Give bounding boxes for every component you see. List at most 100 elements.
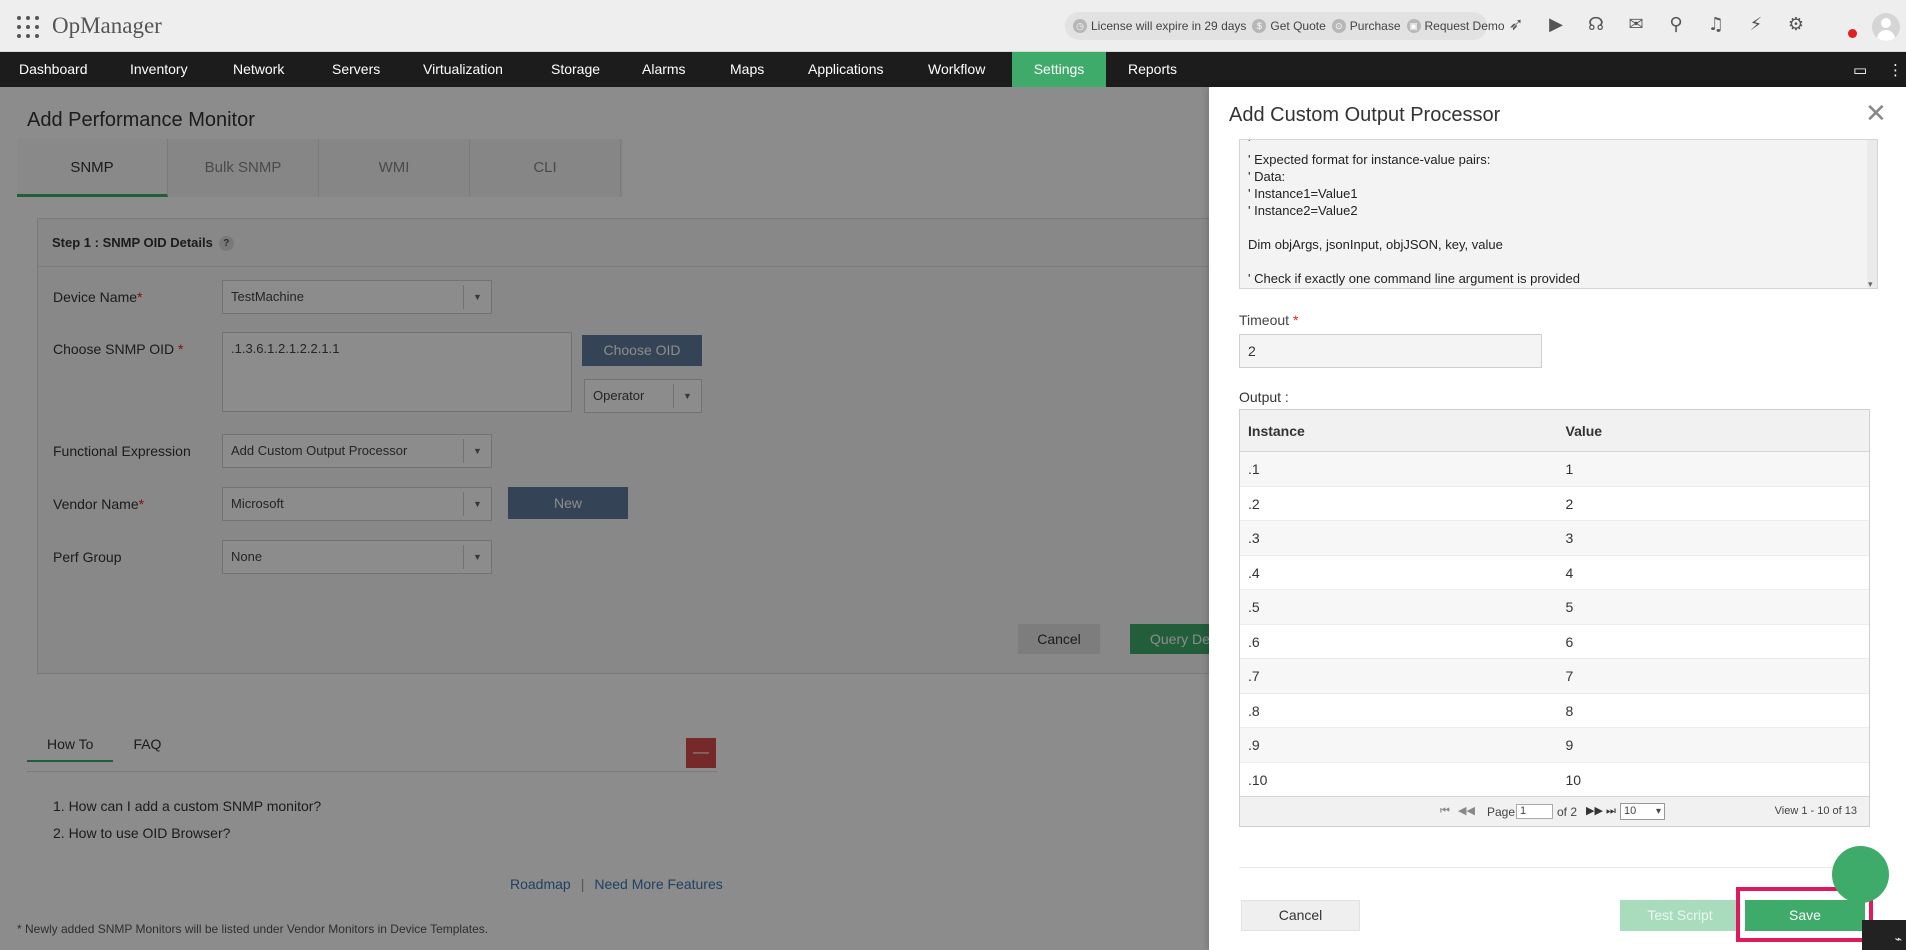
cell-instance: .6 bbox=[1248, 633, 1260, 650]
timeout-label-text: Timeout bbox=[1239, 312, 1290, 328]
nav-network[interactable]: Network bbox=[223, 52, 294, 87]
cell-instance: .7 bbox=[1248, 668, 1260, 684]
get-quote-link[interactable]: $ Get Quote bbox=[1252, 19, 1326, 33]
more-vertical-icon[interactable]: ⋮ bbox=[1888, 61, 1903, 79]
divider bbox=[1239, 867, 1878, 868]
license-text: License will expire in 29 days bbox=[1091, 19, 1247, 33]
first-page-icon[interactable]: ⏮ bbox=[1440, 804, 1450, 818]
app-title: OpManager bbox=[52, 13, 162, 38]
script-line: ' Expected format for instance-value pai… bbox=[1248, 152, 1491, 167]
table-header: Instance Value bbox=[1240, 410, 1869, 452]
script-line: ' Check if exactly one command line argu… bbox=[1248, 271, 1580, 286]
table-row: .6 6 bbox=[1240, 625, 1869, 659]
table-row: .2 2 bbox=[1240, 487, 1869, 521]
table-pager: ⏮ ◀◀ Page 1 of 2 ▶▶ ⏭ 10 View 1 - 10 of … bbox=[1240, 796, 1869, 826]
window-icon[interactable]: ▭ bbox=[1853, 61, 1867, 79]
nav-virtualization[interactable]: Virtualization bbox=[413, 52, 513, 87]
cell-value: 7 bbox=[1565, 668, 1574, 684]
cell-instance: .4 bbox=[1248, 564, 1260, 581]
cell-value: 2 bbox=[1565, 495, 1574, 512]
last-page-icon[interactable]: ⏭ bbox=[1606, 804, 1616, 818]
next-page-icon[interactable]: ▶▶ bbox=[1586, 804, 1603, 817]
script-line: ' Instance2=Value2 bbox=[1248, 203, 1358, 218]
purchase-link[interactable]: ⊙ Purchase bbox=[1331, 19, 1401, 33]
cell-value: 4 bbox=[1565, 564, 1574, 581]
table-row: .8 8 bbox=[1240, 694, 1869, 728]
test-script-button[interactable]: Test Script bbox=[1620, 900, 1740, 931]
headset-icon[interactable]: ☊ bbox=[1585, 14, 1607, 36]
top-header: OpManager ◷ License will expire in 29 day… bbox=[0, 0, 1906, 52]
script-line bbox=[1248, 219, 1877, 236]
chat-fab[interactable] bbox=[1832, 846, 1889, 903]
request-demo-text: Request Demo bbox=[1424, 19, 1505, 33]
column-value[interactable]: Value bbox=[1558, 410, 1870, 451]
avatar[interactable] bbox=[1872, 13, 1900, 41]
required-mark: * bbox=[1292, 312, 1299, 328]
table-body: .1 1 .2 2 .3 3 .4 4 .5 5 .6 6 .7 7 .8 8 .9 9 .10 1… bbox=[1240, 452, 1869, 797]
video-icon[interactable]: ▶ bbox=[1545, 14, 1567, 36]
timeout-input[interactable]: 2 bbox=[1239, 334, 1542, 368]
license-pill-bar: ◷ License will expire in 29 days $ Get Quo… bbox=[1065, 12, 1505, 40]
gift-icon[interactable]: ✉ bbox=[1625, 14, 1647, 36]
nav-applications[interactable]: Applications bbox=[798, 52, 894, 87]
table-row: .9 9 bbox=[1240, 728, 1869, 763]
column-instance[interactable]: Instance bbox=[1240, 410, 1558, 451]
view-range: View 1 - 10 of 13 bbox=[1774, 805, 1857, 817]
cell-instance: .10 bbox=[1248, 771, 1268, 788]
plug-icon[interactable]: ⚡ bbox=[1745, 14, 1767, 36]
output-label: Output : bbox=[1239, 389, 1289, 405]
script-line: ' Instance1=Value1 bbox=[1248, 186, 1358, 201]
script-editor[interactable]: ' ' Expected format for instance-value p… bbox=[1239, 139, 1878, 289]
cell-instance: .1 bbox=[1248, 461, 1260, 477]
corner-toolbar-icon[interactable]: ⌁ bbox=[1862, 920, 1906, 950]
dollar-icon: $ bbox=[1252, 19, 1267, 33]
purchase-text: Purchase bbox=[1349, 19, 1401, 33]
close-icon[interactable]: ✕ bbox=[1865, 99, 1887, 129]
main-nav: Dashboard Inventory Network Servers Virt… bbox=[0, 52, 1906, 87]
script-line bbox=[1248, 253, 1877, 270]
bell-icon[interactable]: ♫ bbox=[1705, 14, 1727, 36]
page-count: of 2 bbox=[1557, 805, 1578, 819]
nav-workflow[interactable]: Workflow bbox=[918, 52, 995, 87]
nav-alarms[interactable]: Alarms bbox=[632, 52, 696, 87]
script-line: ' bbox=[1248, 139, 1251, 150]
cell-instance: .2 bbox=[1248, 495, 1260, 512]
nav-reports[interactable]: Reports bbox=[1118, 52, 1187, 87]
cell-instance: .8 bbox=[1248, 702, 1260, 719]
cart-icon: ⊙ bbox=[1331, 19, 1346, 33]
panel-cancel-button[interactable]: Cancel bbox=[1241, 900, 1360, 931]
script-scrollbar[interactable] bbox=[1867, 140, 1877, 288]
clock-icon: ◷ bbox=[1073, 19, 1087, 33]
search-icon[interactable]: ⚲ bbox=[1665, 14, 1687, 36]
timeout-label: Timeout * bbox=[1239, 312, 1298, 328]
request-demo-link[interactable]: ▣ Request Demo bbox=[1406, 19, 1505, 33]
script-line: ' Data: bbox=[1248, 169, 1286, 184]
page-label: Page bbox=[1487, 805, 1516, 819]
nav-maps[interactable]: Maps bbox=[720, 52, 774, 87]
cell-value: 3 bbox=[1565, 530, 1574, 546]
nav-inventory[interactable]: Inventory bbox=[120, 52, 198, 87]
nav-storage[interactable]: Storage bbox=[541, 52, 610, 87]
nav-settings[interactable]: Settings bbox=[1012, 52, 1106, 87]
prev-page-icon[interactable]: ◀◀ bbox=[1458, 804, 1475, 817]
nav-dashboard[interactable]: Dashboard bbox=[9, 52, 98, 87]
output-table: Instance Value .1 1 .2 2 .3 3 .4 4 .5 5 .6 6 .… bbox=[1239, 409, 1870, 827]
cell-value: 9 bbox=[1565, 737, 1574, 753]
table-row: .4 4 bbox=[1240, 556, 1869, 590]
modal-overlay[interactable] bbox=[0, 87, 1209, 950]
script-line: Dim objArgs, jsonInput, objJSON, key, va… bbox=[1248, 237, 1503, 252]
page-size-select[interactable]: 10 bbox=[1620, 803, 1665, 820]
table-row: .10 10 bbox=[1240, 763, 1869, 797]
cell-instance: .9 bbox=[1248, 737, 1260, 753]
demo-icon: ▣ bbox=[1406, 19, 1421, 33]
rocket-icon[interactable]: ➶ bbox=[1505, 14, 1527, 36]
cell-value: 8 bbox=[1565, 702, 1574, 719]
page-number-input[interactable]: 1 bbox=[1516, 804, 1553, 819]
table-row: .7 7 bbox=[1240, 659, 1869, 694]
header-icons: ➶ ▶ ☊ ✉ ⚲ ♫ ⚡ ⚙ bbox=[1505, 14, 1807, 36]
gear-icon[interactable]: ⚙ bbox=[1785, 14, 1807, 36]
app-grid-icon[interactable] bbox=[17, 16, 39, 38]
nav-servers[interactable]: Servers bbox=[322, 52, 390, 87]
cell-value: 1 bbox=[1565, 461, 1574, 477]
license-link[interactable]: ◷ License will expire in 29 days bbox=[1073, 19, 1246, 33]
